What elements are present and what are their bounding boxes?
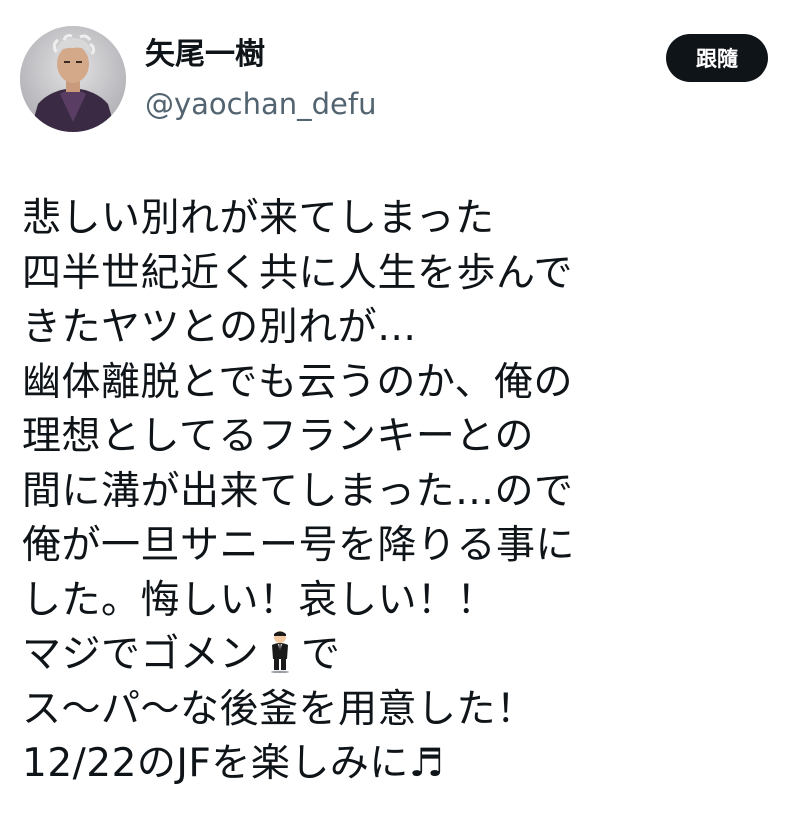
tweet-header: 矢尾一樹 @yaochan_defu 跟隨: [20, 26, 780, 136]
tweet-line: きたヤツとの別れが…: [22, 305, 417, 350]
tweet-line: 四半世紀近く共に人生を歩んで: [22, 250, 574, 296]
tweet-line: 理想としてるフランキーとの: [22, 414, 534, 459]
user-handle[interactable]: @yaochan_defu: [145, 86, 377, 122]
avatar[interactable]: [20, 26, 126, 132]
tweet-line: 幽体離脱とでも云うのか、俺の: [22, 359, 574, 405]
tweet-line: 悲しい別れが来てしまった: [22, 196, 495, 241]
follow-button[interactable]: 跟隨: [666, 34, 768, 82]
avatar-image: [20, 26, 126, 132]
tweet-line-segment: マジでゴメン: [22, 632, 260, 677]
display-name[interactable]: 矢尾一樹: [145, 36, 265, 74]
man-in-suit-levitating-icon: [265, 631, 295, 674]
tweet-line: 間に溝が出来てしまった…ので: [22, 468, 574, 514]
tweet-line: 俺が一旦サニー号を降りる事に: [22, 523, 576, 568]
tweet-line: した。悔しい！哀しい！！: [22, 577, 497, 623]
tweet-line: ス～パ～な後釜を用意した！: [22, 686, 536, 732]
tweet-text: 悲しい別れが来てしまった 四半世紀近く共に人生を歩んで きたヤツとの別れが… 幽…: [22, 192, 792, 792]
tweet-line-with-emoji: マジでゴメン で: [22, 628, 792, 683]
tweet-line-segment: で: [301, 632, 341, 677]
tweet-line: 12/22のJFを楽しみに♬: [22, 741, 445, 786]
